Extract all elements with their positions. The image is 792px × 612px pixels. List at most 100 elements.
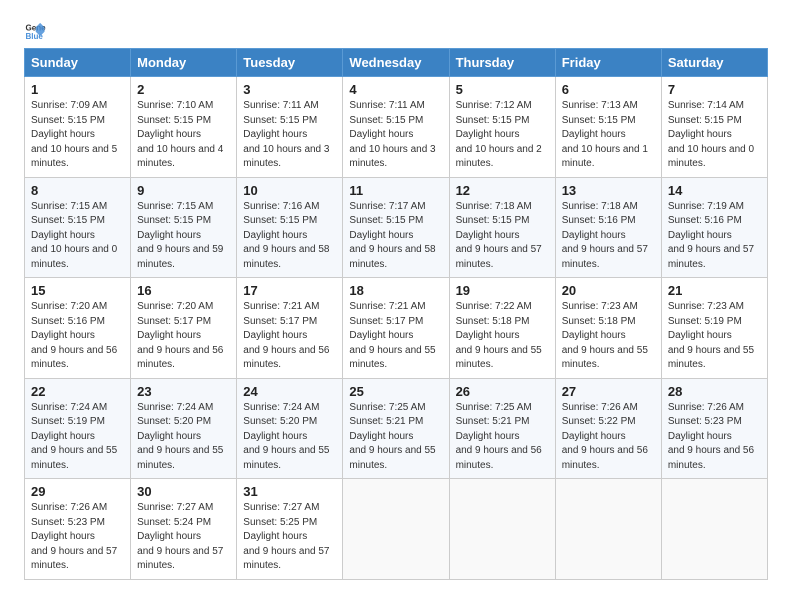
day-number: 14: [668, 183, 761, 198]
logo-icon: General Blue: [24, 20, 46, 42]
day-detail: Sunrise: 7:17 AMSunset: 5:15 PMDaylight …: [349, 201, 435, 270]
day-number: 12: [456, 183, 549, 198]
day-cell: [449, 479, 555, 580]
day-detail: Sunrise: 7:12 AMSunset: 5:15 PMDaylight …: [456, 100, 542, 169]
day-cell: 13 Sunrise: 7:18 AMSunset: 5:16 PMDayligh…: [555, 177, 661, 278]
day-cell: 10 Sunrise: 7:16 AMSunset: 5:15 PMDayligh…: [237, 177, 343, 278]
week-row-4: 22 Sunrise: 7:24 AMSunset: 5:19 PMDayligh…: [25, 378, 768, 479]
day-number: 25: [349, 384, 442, 399]
day-detail: Sunrise: 7:24 AMSunset: 5:20 PMDaylight …: [243, 402, 329, 471]
day-number: 26: [456, 384, 549, 399]
day-detail: Sunrise: 7:16 AMSunset: 5:15 PMDaylight …: [243, 201, 329, 270]
day-number: 3: [243, 82, 336, 97]
day-number: 13: [562, 183, 655, 198]
day-cell: [661, 479, 767, 580]
week-row-3: 15 Sunrise: 7:20 AMSunset: 5:16 PMDayligh…: [25, 278, 768, 379]
day-detail: Sunrise: 7:15 AMSunset: 5:15 PMDaylight …: [137, 201, 223, 270]
day-header-tuesday: Tuesday: [237, 49, 343, 77]
day-detail: Sunrise: 7:27 AMSunset: 5:24 PMDaylight …: [137, 502, 223, 571]
day-number: 24: [243, 384, 336, 399]
day-cell: 26 Sunrise: 7:25 AMSunset: 5:21 PMDayligh…: [449, 378, 555, 479]
day-number: 21: [668, 283, 761, 298]
day-cell: 5 Sunrise: 7:12 AMSunset: 5:15 PMDaylight…: [449, 77, 555, 178]
day-cell: 15 Sunrise: 7:20 AMSunset: 5:16 PMDayligh…: [25, 278, 131, 379]
day-cell: 9 Sunrise: 7:15 AMSunset: 5:15 PMDaylight…: [131, 177, 237, 278]
day-detail: Sunrise: 7:11 AMSunset: 5:15 PMDaylight …: [349, 100, 435, 169]
day-number: 11: [349, 183, 442, 198]
day-detail: Sunrise: 7:22 AMSunset: 5:18 PMDaylight …: [456, 301, 542, 370]
day-header-thursday: Thursday: [449, 49, 555, 77]
day-number: 10: [243, 183, 336, 198]
calendar-body: 1Sunrise: 7:09 AMSunset: 5:15 PMDaylight…: [25, 77, 768, 580]
day-cell: 18Sunrise: 7:21 AMSunset: 5:17 PMDayligh…: [343, 278, 449, 379]
day-cell: 23Sunrise: 7:24 AMSunset: 5:20 PMDayligh…: [131, 378, 237, 479]
day-header-saturday: Saturday: [661, 49, 767, 77]
day-detail: Sunrise: 7:24 AMSunset: 5:19 PMDaylight …: [31, 402, 117, 471]
day-number: 7: [668, 82, 761, 97]
day-number: 19: [456, 283, 549, 298]
day-detail: Sunrise: 7:14 AMSunset: 5:15 PMDaylight …: [668, 100, 754, 169]
day-cell: 11 Sunrise: 7:17 AMSunset: 5:15 PMDayligh…: [343, 177, 449, 278]
week-row-1: 1Sunrise: 7:09 AMSunset: 5:15 PMDaylight…: [25, 77, 768, 178]
day-detail: Sunrise: 7:13 AMSunset: 5:15 PMDaylight …: [562, 100, 648, 169]
day-cell: 24 Sunrise: 7:24 AMSunset: 5:20 PMDayligh…: [237, 378, 343, 479]
day-number: 5: [456, 82, 549, 97]
day-header-friday: Friday: [555, 49, 661, 77]
day-detail: Sunrise: 7:25 AMSunset: 5:21 PMDaylight …: [456, 402, 542, 471]
day-cell: 12Sunrise: 7:18 AMSunset: 5:15 PMDayligh…: [449, 177, 555, 278]
day-cell: 20Sunrise: 7:23 AMSunset: 5:18 PMDayligh…: [555, 278, 661, 379]
day-cell: 16 Sunrise: 7:20 AMSunset: 5:17 PMDayligh…: [131, 278, 237, 379]
day-detail: Sunrise: 7:25 AMSunset: 5:21 PMDaylight …: [349, 402, 435, 471]
day-cell: [555, 479, 661, 580]
day-cell: 6 Sunrise: 7:13 AMSunset: 5:15 PMDaylight…: [555, 77, 661, 178]
day-cell: [343, 479, 449, 580]
day-detail: Sunrise: 7:09 AMSunset: 5:15 PMDaylight …: [31, 100, 117, 169]
logo: General Blue: [24, 20, 50, 42]
day-cell: 1Sunrise: 7:09 AMSunset: 5:15 PMDaylight…: [25, 77, 131, 178]
day-cell: 21 Sunrise: 7:23 AMSunset: 5:19 PMDayligh…: [661, 278, 767, 379]
day-detail: Sunrise: 7:18 AMSunset: 5:16 PMDaylight …: [562, 201, 648, 270]
day-number: 27: [562, 384, 655, 399]
day-cell: 22 Sunrise: 7:24 AMSunset: 5:19 PMDayligh…: [25, 378, 131, 479]
day-number: 28: [668, 384, 761, 399]
day-cell: 17 Sunrise: 7:21 AMSunset: 5:17 PMDayligh…: [237, 278, 343, 379]
day-detail: Sunrise: 7:20 AMSunset: 5:16 PMDaylight …: [31, 301, 117, 370]
day-cell: 25 Sunrise: 7:25 AMSunset: 5:21 PMDayligh…: [343, 378, 449, 479]
day-cell: 4 Sunrise: 7:11 AMSunset: 5:15 PMDaylight…: [343, 77, 449, 178]
day-detail: Sunrise: 7:26 AMSunset: 5:22 PMDaylight …: [562, 402, 648, 471]
day-detail: Sunrise: 7:10 AMSunset: 5:15 PMDaylight …: [137, 100, 223, 169]
day-detail: Sunrise: 7:15 AMSunset: 5:15 PMDaylight …: [31, 201, 117, 270]
day-number: 6: [562, 82, 655, 97]
day-cell: 30 Sunrise: 7:27 AMSunset: 5:24 PMDayligh…: [131, 479, 237, 580]
day-number: 31: [243, 484, 336, 499]
day-number: 16: [137, 283, 230, 298]
day-number: 30: [137, 484, 230, 499]
day-number: 15: [31, 283, 124, 298]
day-cell: 29Sunrise: 7:26 AMSunset: 5:23 PMDayligh…: [25, 479, 131, 580]
day-header-sunday: Sunday: [25, 49, 131, 77]
week-row-5: 29Sunrise: 7:26 AMSunset: 5:23 PMDayligh…: [25, 479, 768, 580]
day-cell: 19 Sunrise: 7:22 AMSunset: 5:18 PMDayligh…: [449, 278, 555, 379]
day-cell: 14 Sunrise: 7:19 AMSunset: 5:16 PMDayligh…: [661, 177, 767, 278]
day-number: 29: [31, 484, 124, 499]
day-number: 9: [137, 183, 230, 198]
days-header-row: SundayMondayTuesdayWednesdayThursdayFrid…: [25, 49, 768, 77]
day-number: 2: [137, 82, 230, 97]
day-number: 4: [349, 82, 442, 97]
day-number: 22: [31, 384, 124, 399]
day-detail: Sunrise: 7:23 AMSunset: 5:19 PMDaylight …: [668, 301, 754, 370]
day-number: 17: [243, 283, 336, 298]
day-number: 18: [349, 283, 442, 298]
day-detail: Sunrise: 7:27 AMSunset: 5:25 PMDaylight …: [243, 502, 329, 571]
day-cell: 8 Sunrise: 7:15 AMSunset: 5:15 PMDaylight…: [25, 177, 131, 278]
day-cell: 28 Sunrise: 7:26 AMSunset: 5:23 PMDayligh…: [661, 378, 767, 479]
day-detail: Sunrise: 7:23 AMSunset: 5:18 PMDaylight …: [562, 301, 648, 370]
day-cell: 3Sunrise: 7:11 AMSunset: 5:15 PMDaylight…: [237, 77, 343, 178]
day-header-monday: Monday: [131, 49, 237, 77]
day-detail: Sunrise: 7:26 AMSunset: 5:23 PMDaylight …: [668, 402, 754, 471]
day-cell: 27 Sunrise: 7:26 AMSunset: 5:22 PMDayligh…: [555, 378, 661, 479]
day-number: 8: [31, 183, 124, 198]
day-detail: Sunrise: 7:20 AMSunset: 5:17 PMDaylight …: [137, 301, 223, 370]
day-detail: Sunrise: 7:19 AMSunset: 5:16 PMDaylight …: [668, 201, 754, 270]
day-detail: Sunrise: 7:21 AMSunset: 5:17 PMDaylight …: [243, 301, 329, 370]
